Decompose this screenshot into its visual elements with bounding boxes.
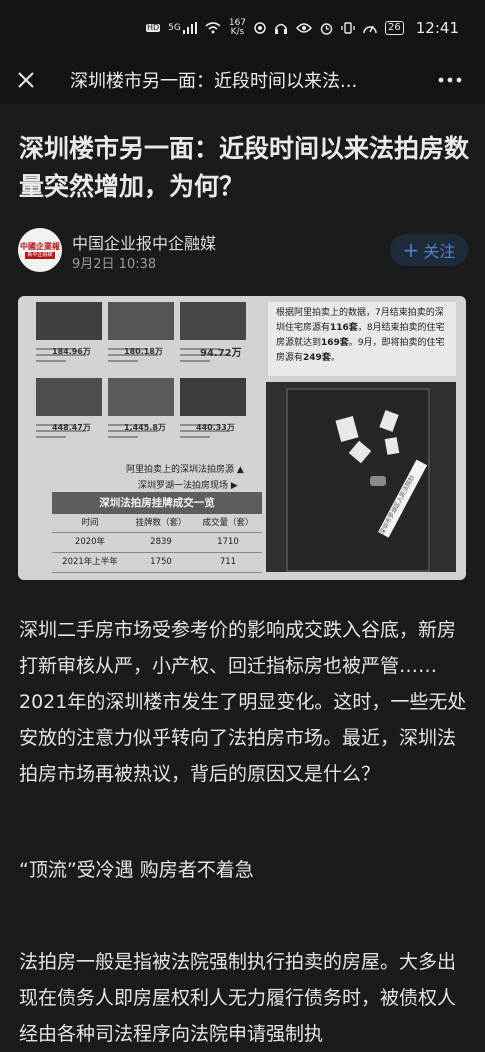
listing-price: 94.72万 [200, 348, 242, 359]
status-bar: HD 5G 167 K/s 26 12:41 [0, 0, 485, 56]
headphones-icon [274, 22, 288, 34]
author-name[interactable]: 中国企业报中企融媒 [72, 230, 216, 254]
avatar[interactable]: 中國企業報 新中企融媒 [18, 228, 62, 272]
door-knob [370, 476, 386, 486]
top-nav-bar: 深圳楼市另一面：近段时间以来法... [0, 56, 485, 104]
article-title: 深圳楼市另一面：近段时间以来法拍房数量突然增加，为何？ [19, 134, 470, 201]
signal-icon: 5G [168, 22, 197, 34]
follow-label: 关注 [423, 242, 456, 261]
listing-price: 180.18万 [124, 347, 163, 356]
eye-icon [296, 23, 312, 33]
auction-data-quote: 根据阿里拍卖上的数据，7月结束拍卖的深圳住宅房源有116套，8月结束拍卖的住宅房… [268, 302, 456, 376]
author-row: 中國企業報 新中企融媒 中国企业报中企融媒 9月2日 10:38 + 关注 [18, 228, 468, 272]
listing-price: 1,445.8万 [124, 423, 166, 432]
speedometer-icon [363, 22, 377, 34]
image-caption-scene: 深圳罗湖一法拍房现场 ▶ [138, 481, 238, 491]
nav-title: 深圳楼市另一面：近段时间以来法... [70, 71, 358, 92]
clock-time: 12:41 [415, 19, 459, 37]
alarm-icon [320, 22, 333, 35]
follow-button[interactable]: + 关注 [390, 234, 468, 266]
hd-icon: HD [145, 23, 161, 32]
table-row: 2021年上半年 1750 711 [52, 553, 262, 573]
more-options-button[interactable] [435, 68, 465, 92]
article-subheading: “顶流”受冷遇 购房者不着急 [19, 859, 254, 881]
battery-icon: 26 [385, 21, 404, 35]
plus-icon: + [402, 238, 420, 262]
auction-stats-table: 深圳法拍房挂牌成交一览 时间 挂牌数（套） 成交量（套） 2020年 2839 … [52, 492, 262, 573]
shield-icon [254, 22, 266, 34]
publish-date: 9月2日 10:38 [72, 257, 157, 272]
vibrate-icon [341, 22, 355, 34]
sealed-door-photo: 深圳市罗湖区人民法院封 [266, 382, 456, 572]
table-title: 深圳法拍房挂牌成交一览 [52, 492, 262, 514]
table-header: 时间 挂牌数（套） 成交量（套） [52, 514, 262, 533]
article-paragraph: 深圳二手房市场受参考价的影响成交跌入谷底，新房打新审核从严，小产权、回迁指标房也… [19, 619, 467, 785]
listing-thumbnail [180, 378, 246, 416]
torn-paper [384, 437, 400, 455]
listing-thumbnail [108, 378, 174, 416]
listing-price: 440.33万 [196, 423, 235, 432]
article-image[interactable]: 184.96万 180.18万 94.72万 448.47万 1,445.8万 … [18, 296, 466, 580]
avatar-logo-text: 中國企業報 [20, 241, 60, 251]
listing-thumbnail [180, 302, 246, 340]
close-icon [18, 72, 34, 88]
avatar-logo-subtext: 新中企融媒 [25, 252, 55, 259]
table-row: 2020年 2839 1710 [52, 533, 262, 553]
wifi-icon [205, 22, 221, 34]
close-button[interactable] [2, 56, 50, 104]
listing-price: 184.96万 [52, 347, 91, 356]
listing-thumbnail [108, 302, 174, 340]
listing-thumbnail [36, 378, 102, 416]
listing-thumbnail [36, 302, 102, 340]
article-paragraph: 法拍房一般是指被法院强制执行拍卖的房屋。大多出现在债务人即房屋权利人无力履行债务… [19, 951, 457, 1045]
net-speed: 167 K/s [228, 18, 247, 37]
more-icon [438, 77, 462, 83]
image-caption-listings: 阿里拍卖上的深圳法拍房源 ▲ [126, 465, 244, 475]
listing-price: 448.47万 [52, 423, 91, 432]
